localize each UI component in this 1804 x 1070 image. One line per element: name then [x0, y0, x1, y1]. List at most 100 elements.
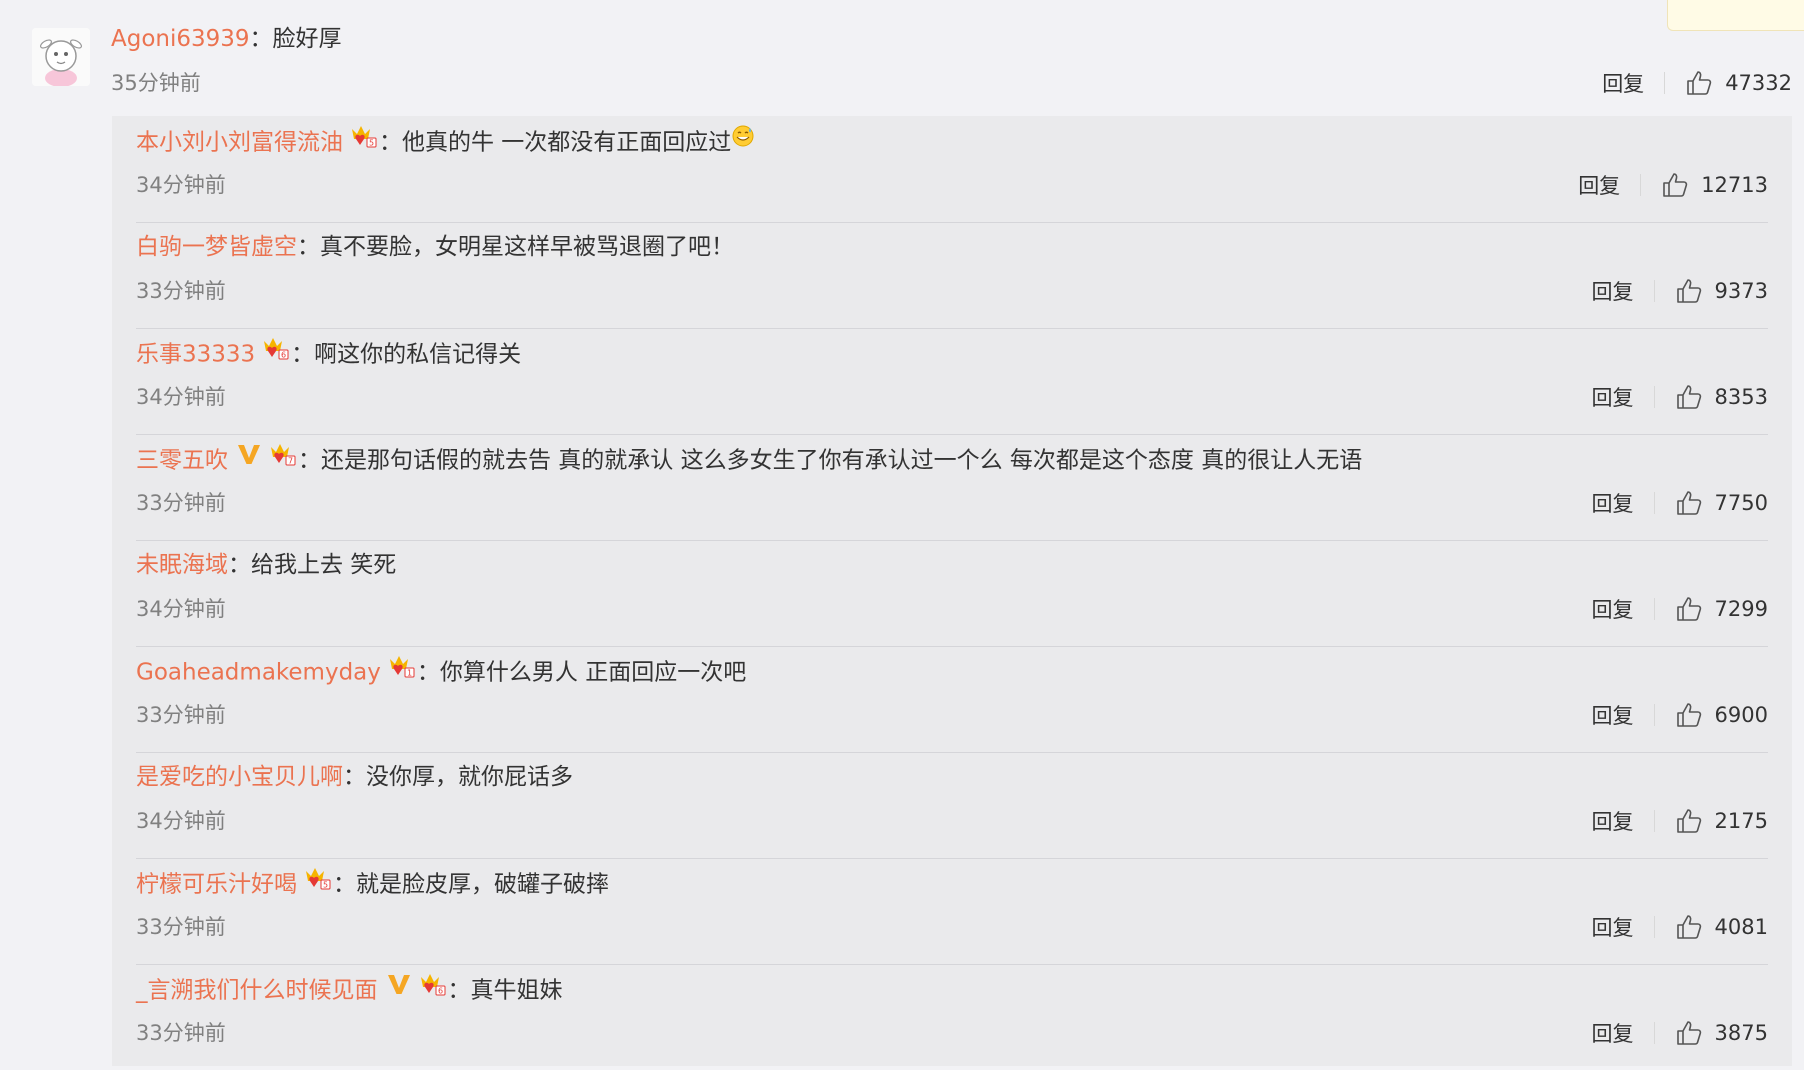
reply-line: Goaheadmakemyday 1 ：你算什么男人 正面回应一次吧 — [136, 656, 746, 690]
colon: ： — [297, 234, 320, 260]
reply-text: 真牛姐妹 — [470, 977, 563, 1004]
reply-button[interactable]: 回复 — [1578, 170, 1620, 200]
username-link[interactable]: Agoni63939 — [111, 26, 250, 52]
username-link[interactable]: 柠檬可乐汁好喝 — [136, 872, 297, 898]
sweat-smile-emoji-icon — [731, 124, 755, 156]
reply-button[interactable]: 回复 — [1602, 68, 1644, 98]
thumbs-up-icon[interactable] — [1675, 383, 1703, 411]
username-link[interactable]: _言溯我们什么时候见面 — [136, 978, 378, 1004]
main-comment: Agoni63939：脸好厚 35分钟前 回复 47332 — [111, 16, 1804, 106]
reply-line: 柠檬可乐汁好喝 5 ：就是脸皮厚，破罐子破摔 — [136, 868, 609, 902]
reply-item: 柠檬可乐汁好喝 5 ：就是脸皮厚，破罐子破摔 33分钟前 回复 4081 — [136, 858, 1768, 965]
thumbs-up-icon[interactable] — [1685, 69, 1713, 97]
username-link[interactable]: 白驹一梦皆虚空 — [136, 234, 297, 260]
crown-heart-icon[interactable]: 7 — [268, 441, 298, 475]
v-badge-icon[interactable] — [236, 442, 262, 474]
reply-line: _言溯我们什么时候见面 6 ：真牛姐妹 — [136, 974, 563, 1008]
crown-heart-icon[interactable]: 1 — [387, 653, 417, 687]
divider — [1653, 280, 1655, 302]
reply-text: 你算什么男人 正面回应一次吧 — [439, 659, 747, 686]
colon: ： — [379, 129, 402, 156]
reply-button[interactable]: 回复 — [1592, 912, 1634, 942]
comment-time: 35分钟前 — [111, 71, 201, 95]
reply-line: 三零五吹 7 ：还是那句话假的就去告 真的就承认 这么多女生了你有承认过一个么 每次… — [136, 444, 1362, 478]
v-badge-icon[interactable] — [386, 972, 412, 1004]
svg-text:6: 6 — [281, 351, 286, 360]
divider — [1640, 174, 1642, 196]
crown-heart-icon[interactable]: 6 — [261, 335, 291, 369]
like-count: 47332 — [1725, 71, 1792, 95]
thumbs-up-icon[interactable] — [1675, 595, 1703, 623]
divider — [1653, 1022, 1655, 1044]
svg-text:1: 1 — [407, 669, 412, 678]
thumbs-up-icon[interactable] — [1675, 913, 1703, 941]
reply-text: 没你厚，就你屁话多 — [366, 764, 573, 790]
crown-heart-icon[interactable]: 6 — [418, 971, 448, 1005]
crown-heart-icon[interactable]: 5 — [303, 865, 333, 899]
like-count: 12713 — [1701, 173, 1768, 197]
like-count: 7750 — [1714, 491, 1768, 515]
reply-time: 34分钟前 — [136, 385, 226, 409]
thumbs-up-icon[interactable] — [1675, 807, 1703, 835]
reply-button[interactable]: 回复 — [1592, 488, 1634, 518]
thumbs-up-icon[interactable] — [1675, 701, 1703, 729]
crown-heart-icon[interactable]: 5 — [349, 123, 379, 157]
username-link[interactable]: Goaheadmakemyday — [136, 660, 381, 686]
reply-item: 白驹一梦皆虚空：真不要脸，女明星这样早被骂退圈了吧！ 33分钟前 回复 9373 — [136, 222, 1768, 329]
thumbs-up-icon[interactable] — [1661, 171, 1689, 199]
colon: ： — [333, 871, 356, 898]
reply-line: 白驹一梦皆虚空：真不要脸，女明星这样早被骂退圈了吧！ — [136, 232, 734, 262]
divider — [1653, 492, 1655, 514]
colon: ： — [416, 659, 440, 686]
reply-item: _言溯我们什么时候见面 6 ：真牛姐妹 33分钟前 回复 3875 — [136, 964, 1768, 1070]
reply-actions: 回复 4081 — [1592, 912, 1768, 942]
username-link[interactable]: 本小刘小刘富得流油 — [136, 130, 343, 156]
reply-actions: 回复 7750 — [1592, 488, 1768, 518]
divider — [1664, 72, 1666, 94]
reply-item: 本小刘小刘富得流油 5 ：他真的牛 一次都没有正面回应过 34分钟前 回复 1271… — [136, 116, 1768, 223]
reply-line: 乐事33333 6 ：啊这你的私信记得关 — [136, 338, 521, 372]
thumbs-up-icon[interactable] — [1675, 277, 1703, 305]
comment-line: Agoni63939：脸好厚 — [111, 24, 342, 54]
reply-time: 33分钟前 — [136, 915, 226, 939]
reply-text: 啊这你的私信记得关 — [314, 341, 522, 368]
reply-item: 三零五吹 7 ：还是那句话假的就去告 真的就承认 这么多女生了你有承认过一个么 每次… — [136, 434, 1768, 541]
username-link[interactable]: 三零五吹 — [136, 448, 228, 474]
like-count: 2175 — [1714, 809, 1768, 833]
reply-button[interactable]: 回复 — [1592, 276, 1634, 306]
divider — [1653, 598, 1655, 620]
reply-actions: 回复 9373 — [1592, 276, 1768, 306]
reply-button[interactable]: 回复 — [1592, 700, 1634, 730]
reply-button[interactable]: 回复 — [1592, 382, 1634, 412]
reply-button[interactable]: 回复 — [1592, 806, 1634, 836]
username-link[interactable]: 是爱吃的小宝贝儿啊 — [136, 764, 343, 790]
reply-button[interactable]: 回复 — [1592, 594, 1634, 624]
like-count: 9373 — [1714, 279, 1768, 303]
thumbs-up-icon[interactable] — [1675, 489, 1703, 517]
avatar[interactable] — [32, 28, 90, 86]
reply-line: 未眠海域：给我上去 笑死 — [136, 550, 396, 580]
reply-button[interactable]: 回复 — [1592, 1018, 1634, 1048]
reply-actions: 回复 8353 — [1592, 382, 1768, 412]
username-link[interactable]: 乐事33333 — [136, 342, 255, 368]
colon: ： — [249, 26, 273, 52]
reply-time: 33分钟前 — [136, 491, 226, 515]
reply-actions: 回复 7299 — [1592, 594, 1768, 624]
reply-item: 乐事33333 6 ：啊这你的私信记得关 34分钟前 回复 8353 — [136, 328, 1768, 435]
thumbs-up-icon[interactable] — [1675, 1019, 1703, 1047]
replies-panel: 本小刘小刘富得流油 5 ：他真的牛 一次都没有正面回应过 34分钟前 回复 1271… — [112, 116, 1792, 1066]
reply-text: 他真的牛 一次都没有正面回应过 — [402, 129, 732, 156]
like-count: 8353 — [1714, 385, 1768, 409]
divider — [1653, 386, 1655, 408]
reply-actions: 回复 6900 — [1592, 700, 1768, 730]
reply-text: 就是脸皮厚，破罐子破摔 — [356, 871, 609, 898]
reply-time: 33分钟前 — [136, 1021, 226, 1045]
username-link[interactable]: 未眠海域 — [136, 552, 228, 578]
colon: ： — [447, 977, 471, 1004]
reply-actions: 回复 2175 — [1592, 806, 1768, 836]
like-count: 6900 — [1714, 703, 1768, 727]
colon: ： — [343, 764, 366, 790]
like-count: 4081 — [1714, 915, 1768, 939]
comment-actions: 回复 47332 — [1602, 68, 1792, 98]
reply-text: 真不要脸，女明星这样早被骂退圈了吧！ — [320, 234, 734, 260]
